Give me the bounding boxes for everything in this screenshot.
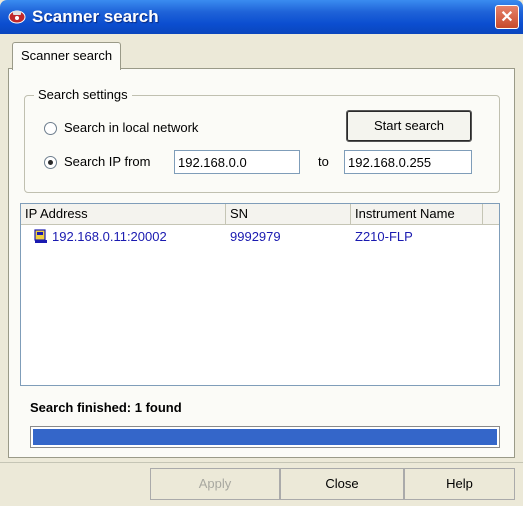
progress-bar — [30, 426, 500, 448]
row-sn: 9992979 — [230, 229, 281, 244]
radio-local-network-label[interactable]: Search in local network — [64, 120, 198, 135]
results-header: IP Address SN Instrument Name — [21, 204, 499, 225]
progress-fill — [33, 429, 497, 445]
bottom-separator — [0, 462, 523, 463]
radio-ip-range[interactable] — [44, 156, 57, 169]
column-instrument-name[interactable]: Instrument Name — [351, 204, 483, 224]
title-bar[interactable]: Scanner search ✕ — [0, 0, 523, 34]
start-search-button[interactable]: Start search — [346, 110, 472, 142]
table-row[interactable]: 192.168.0.11:20002 9992979 Z210-FLP — [21, 228, 499, 246]
app-icon — [8, 10, 26, 24]
row-instrument-name: Z210-FLP — [355, 229, 413, 244]
results-list[interactable]: IP Address SN Instrument Name 192.168.0.… — [20, 203, 500, 386]
ip-from-input[interactable] — [174, 150, 300, 174]
row-ip-address: 192.168.0.11:20002 — [52, 229, 167, 244]
scanner-search-dialog: Scanner search ✕ Scanner search Search s… — [0, 0, 523, 506]
window-title: Scanner search — [32, 7, 159, 26]
help-button[interactable]: Help — [404, 468, 515, 500]
tab-scanner-search[interactable]: Scanner search — [12, 42, 122, 70]
search-settings-title: Search settings — [34, 87, 132, 102]
column-ip-address[interactable]: IP Address — [21, 204, 226, 224]
search-status: Search finished: 1 found — [30, 400, 182, 415]
ip-to-input[interactable] — [344, 150, 472, 174]
radio-ip-range-label[interactable]: Search IP from — [64, 154, 150, 169]
radio-local-network[interactable] — [44, 122, 57, 135]
to-label: to — [318, 154, 329, 169]
column-sn[interactable]: SN — [226, 204, 351, 224]
close-icon[interactable]: ✕ — [495, 5, 519, 29]
close-button[interactable]: Close — [280, 468, 404, 500]
apply-button[interactable]: Apply — [150, 468, 280, 500]
scanner-device-icon — [34, 229, 47, 243]
